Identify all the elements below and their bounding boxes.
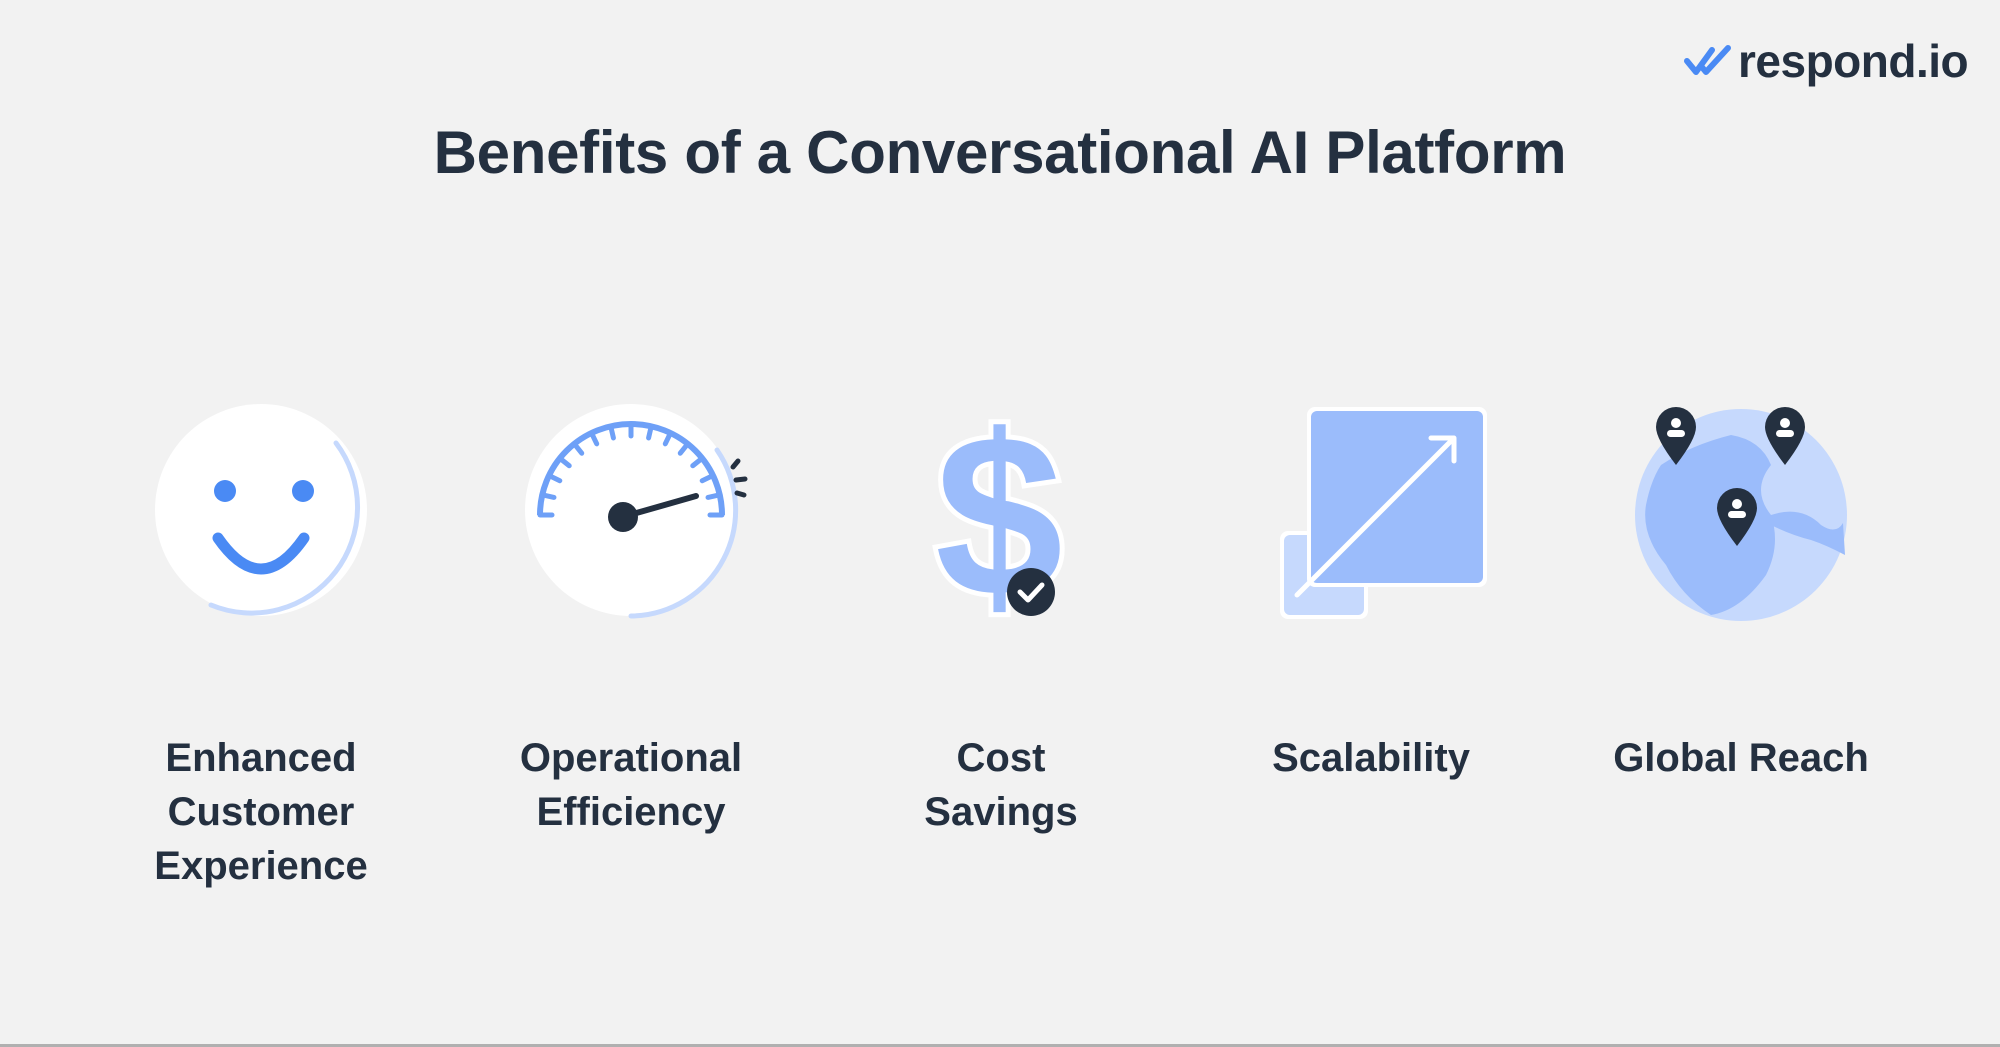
speedometer-tick	[608, 423, 616, 441]
benefit-scalability: Scalability	[1206, 395, 1536, 785]
benefit-label: Enhanced Customer Experience	[154, 736, 368, 888]
brand-name: respond.io	[1738, 35, 1969, 87]
benefit-operational-efficiency: Operational Efficiency	[466, 395, 796, 839]
brand-logo: respond.io	[1684, 35, 1969, 87]
page-title: Benefits of a Conversational AI Platform	[433, 119, 1567, 186]
speedometer-tick	[539, 492, 557, 500]
scale-up-arrow-icon	[1280, 407, 1487, 619]
speedometer-tick	[646, 423, 654, 441]
speedometer-tick	[705, 492, 723, 500]
benefit-label: Cost Savings	[924, 736, 1078, 834]
benefit-label: Scalability	[1272, 736, 1470, 780]
dollar-check-icon: $ $	[930, 395, 1068, 635]
double-check-icon	[1684, 45, 1731, 75]
speedometer-icon	[525, 404, 748, 619]
benefit-enhanced-customer-experience: Enhanced Customer Experience	[96, 395, 426, 893]
benefit-label: Operational Efficiency	[519, 736, 743, 834]
benefit-global-reach: Global Reach	[1576, 395, 1906, 785]
benefit-label: Global Reach	[1613, 736, 1869, 780]
globe-pins-icon	[1635, 407, 1847, 621]
benefit-cost-savings: $ $ Cost Savings	[836, 395, 1166, 839]
smiley-face-icon	[155, 404, 367, 616]
